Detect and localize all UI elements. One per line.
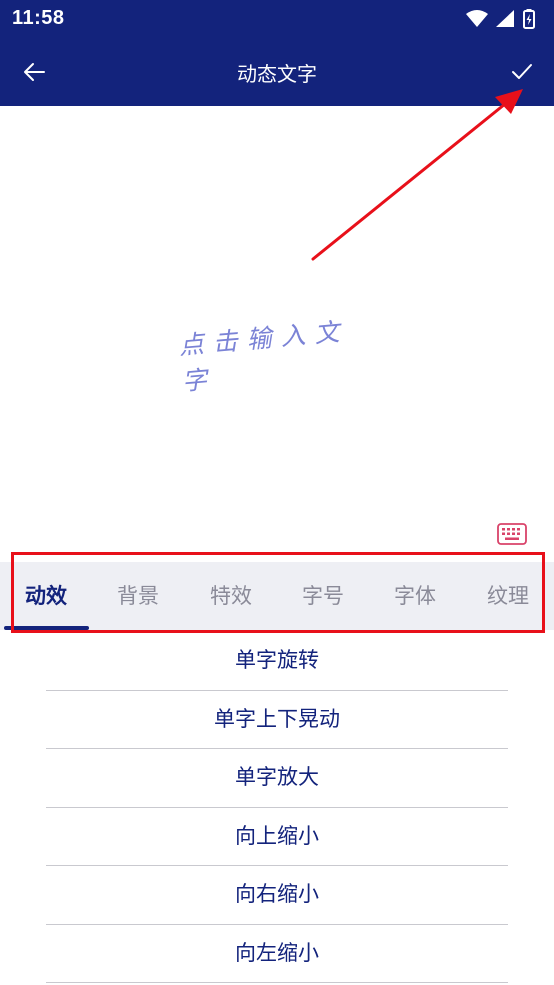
tab-background[interactable]: 背景 [92,562,184,630]
wifi-icon [466,10,488,27]
confirm-button[interactable] [504,54,540,90]
battery-icon [523,9,535,29]
status-icons [464,8,544,30]
status-time: 11:58 [12,7,65,29]
list-item[interactable]: 向右缩小 [46,866,508,925]
effect-tab-bar: 动效 背景 特效 字号 字体 纹理 [0,562,554,630]
list-item[interactable]: 单字放大 [46,749,508,808]
effect-list: 单字旋转 单字上下晃动 单字放大 向上缩小 向右缩小 向左缩小 [46,632,508,983]
text-canvas[interactable]: 点击输入文字 [0,106,554,556]
list-item[interactable]: 单字旋转 [46,632,508,691]
tab-animation[interactable]: 动效 [0,562,92,630]
list-item[interactable]: 单字上下晃动 [46,691,508,749]
list-item[interactable]: 向左缩小 [46,925,508,983]
check-icon [512,64,532,79]
app-bar: 动态文字 [0,38,554,106]
list-item[interactable]: 向上缩小 [46,808,508,866]
tab-texture[interactable]: 纹理 [462,562,554,630]
text-placeholder[interactable]: 点击输入文字 [177,310,373,398]
tab-font[interactable]: 字体 [369,562,461,630]
tab-effects[interactable]: 特效 [185,562,277,630]
status-bar: 11:58 [0,0,554,38]
tab-font-size[interactable]: 字号 [277,562,369,630]
tab-active-indicator [4,626,89,630]
signal-icon [496,10,514,27]
keyboard-icon [497,523,527,545]
keyboard-button[interactable] [497,523,527,545]
page-title: 动态文字 [237,62,317,86]
